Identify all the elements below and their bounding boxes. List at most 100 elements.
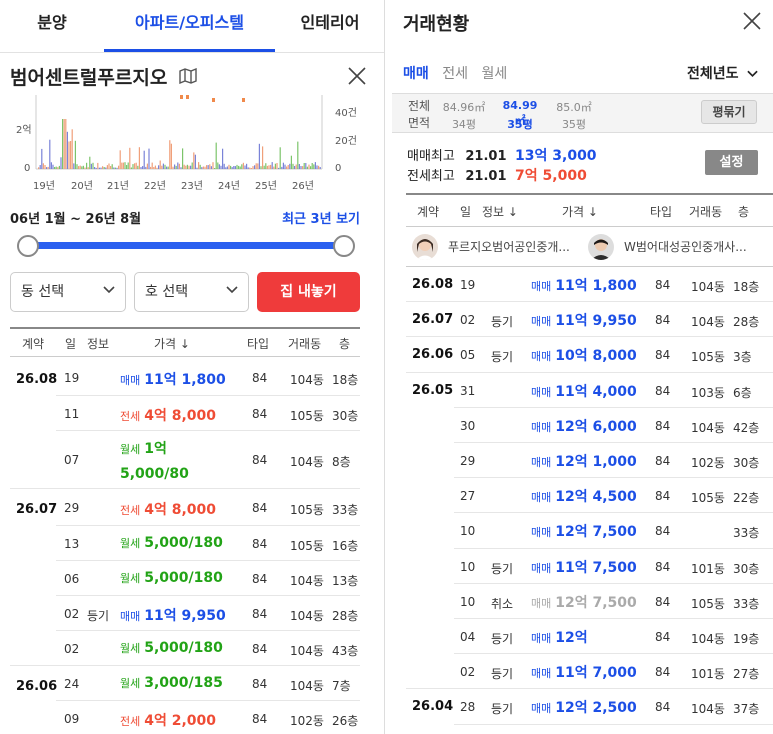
row-area: 84	[655, 700, 671, 715]
table-row[interactable]: 10 취소 매매 12억 7,500 84 105동 33층	[406, 584, 773, 619]
table-row[interactable]: 13 월세 5,000/180 84 105동 16층	[10, 526, 360, 561]
map-icon[interactable]	[179, 68, 197, 84]
row-area: 84	[655, 418, 671, 433]
price-value: 4억 8,000	[144, 501, 217, 518]
group-pyeong-button[interactable]: 평묶기	[701, 100, 757, 124]
table-row[interactable]: 11 전세 4억 8,000 84 105동 30층	[10, 396, 360, 431]
table-row[interactable]: 26.08 19 매매 11억 1,800 84 104동 18층	[406, 267, 773, 302]
row-price: 전세 4억 8,000	[120, 499, 216, 519]
tab-wolse[interactable]: 월세	[481, 66, 507, 82]
row-dong: 105동	[691, 491, 725, 506]
tab-interior[interactable]: 인테리어	[275, 0, 384, 53]
x-axis-label: 20년	[71, 180, 93, 192]
table-row[interactable]: 29 매매 12억 1,000 84 102동 30층	[406, 443, 773, 478]
chart-bar	[297, 141, 299, 169]
chart-bar	[302, 166, 304, 169]
ho-select[interactable]: 호 선택	[134, 272, 249, 312]
row-day: 09	[64, 711, 80, 726]
year-select[interactable]: 전체년도	[687, 63, 759, 83]
x-axis-label: 19년	[33, 180, 55, 192]
chart-bar	[158, 165, 160, 169]
tab-jeonse[interactable]: 전세	[442, 66, 468, 82]
slider-start-handle[interactable]	[17, 235, 39, 257]
tab-apartment[interactable]: 아파트/오피스텔	[104, 0, 275, 53]
chart-bar	[145, 166, 147, 169]
panel-title: 거래현황	[403, 14, 470, 35]
row-dong: 104동	[691, 420, 725, 435]
chart-bar	[281, 166, 283, 169]
col-price[interactable]: 가격 ↓	[154, 329, 190, 359]
row-area: 84	[252, 453, 268, 467]
chart-bar	[319, 167, 321, 169]
chart-bar	[266, 165, 268, 169]
table-row[interactable]: 26.08 19 매매 11억 1,800 84 104동 18층	[10, 359, 360, 396]
dong-select[interactable]: 동 선택	[10, 272, 126, 312]
table-row[interactable]: 26.04 28 등기 매매 12억 2,500 84 104동 37층	[406, 689, 773, 724]
table-row[interactable]: 10 매매 12억 7,500 84 33층	[406, 513, 773, 548]
close-icon[interactable]	[743, 12, 761, 30]
col-dong: 거래동	[689, 205, 723, 219]
close-icon[interactable]	[347, 66, 367, 86]
chart-bar	[191, 162, 193, 169]
table-row[interactable]: 26.06 24 월세 3,000/185 84 104동 7층	[10, 666, 360, 701]
chart-marker	[186, 95, 189, 99]
chart-bar	[87, 167, 89, 169]
table-row[interactable]: 04 등기 매매 12억 84 104동 19층	[406, 619, 773, 654]
col-info[interactable]: 정보 ↓	[482, 195, 518, 229]
chart-bar	[238, 165, 240, 169]
agent-name: W범어대성공인중개사...	[624, 240, 747, 254]
tab-presale[interactable]: 분양	[0, 0, 104, 53]
table-row[interactable]: 26.06 05 등기 매매 10억 8,000 84 105동 3층	[406, 337, 773, 372]
row-floor: 8층	[332, 455, 351, 469]
slider-end-handle[interactable]	[333, 235, 355, 257]
row-day: 28	[460, 700, 476, 715]
active-tab-indicator	[104, 49, 275, 52]
tab-sale[interactable]: 매매	[403, 66, 429, 82]
table-row[interactable]: 02 월세 5,000/180 84 104동 43층	[10, 631, 360, 666]
table-row[interactable]: 26.05 31 매매 11억 4,000 84 103동 6층	[406, 373, 773, 408]
chart-bar	[118, 165, 120, 169]
chart-bar	[242, 162, 244, 169]
chart-bar	[185, 165, 187, 169]
jeonse-max: 전세최고 21.01 7억 5,000	[407, 165, 587, 185]
trade-type-label: 매매	[531, 667, 552, 681]
chart-bar	[193, 152, 195, 169]
row-price: 매매 12억	[531, 627, 588, 647]
chart-bar	[295, 164, 297, 169]
table-row[interactable]: 26.07 29 전세 4억 8,000 84 105동 33층	[10, 489, 360, 526]
col-contract[interactable]: 계약	[417, 195, 439, 229]
sale-max-date: 21.01	[465, 149, 507, 164]
row-day: 07	[64, 453, 80, 467]
chart-bar	[316, 165, 318, 169]
area-pyeong: 35평	[507, 118, 533, 131]
row-day: 10	[460, 524, 476, 539]
row-area: 84	[252, 676, 268, 691]
col-price[interactable]: 가격 ↓	[562, 195, 598, 229]
trade-type-label: 매매	[120, 373, 141, 387]
table-row[interactable]: 30 매매 12억 6,000 84 104동 42층	[406, 408, 773, 443]
chart-bar	[116, 167, 118, 169]
agent-item[interactable]: 푸르지오범어공인중개...	[412, 232, 582, 262]
trade-type-label: 월세	[120, 571, 141, 585]
trade-type-tabs: 매매 전세 월세	[403, 63, 516, 83]
table-row[interactable]: 26.07 02 등기 매매 11억 9,950 84 104동 28층	[406, 302, 773, 337]
row-floor: 33층	[733, 596, 760, 611]
agent-item[interactable]: W범어대성공인중개사...	[588, 232, 768, 262]
chart-bar	[119, 150, 121, 169]
table-row[interactable]: 06 월세 5,000/180 84 104동 13층	[10, 561, 360, 596]
chart-bar	[54, 167, 56, 169]
list-home-button[interactable]: 집 내놓기	[257, 272, 360, 312]
recent-3-years-link[interactable]: 최근 3년 보기	[282, 208, 360, 227]
table-row[interactable]: 02 등기 매매 11억 7,000 84 101동 27층	[406, 654, 773, 689]
table-row[interactable]: 09 전세 4억 2,000 84 102동 26층	[10, 701, 360, 734]
date-range-slider[interactable]	[28, 242, 344, 249]
col-contract[interactable]: 계약	[22, 329, 44, 359]
table-row[interactable]: 10 등기 매매 11억 7,500 84 101동 30층	[406, 549, 773, 584]
area-all-label[interactable]: 전체	[408, 97, 430, 114]
settings-button[interactable]: 설정	[705, 150, 758, 175]
table-row[interactable]: 02 등기 매매 11억 9,950 84 104동 28층	[10, 596, 360, 631]
table-row[interactable]: 27 매매 12억 4,500 84 105동 22층	[406, 478, 773, 513]
chart-bar	[249, 167, 251, 169]
table-row[interactable]: 07 월세 1억 5,000/80 84 104동 8층	[10, 431, 360, 489]
price-value: 11억 9,950	[144, 607, 226, 624]
